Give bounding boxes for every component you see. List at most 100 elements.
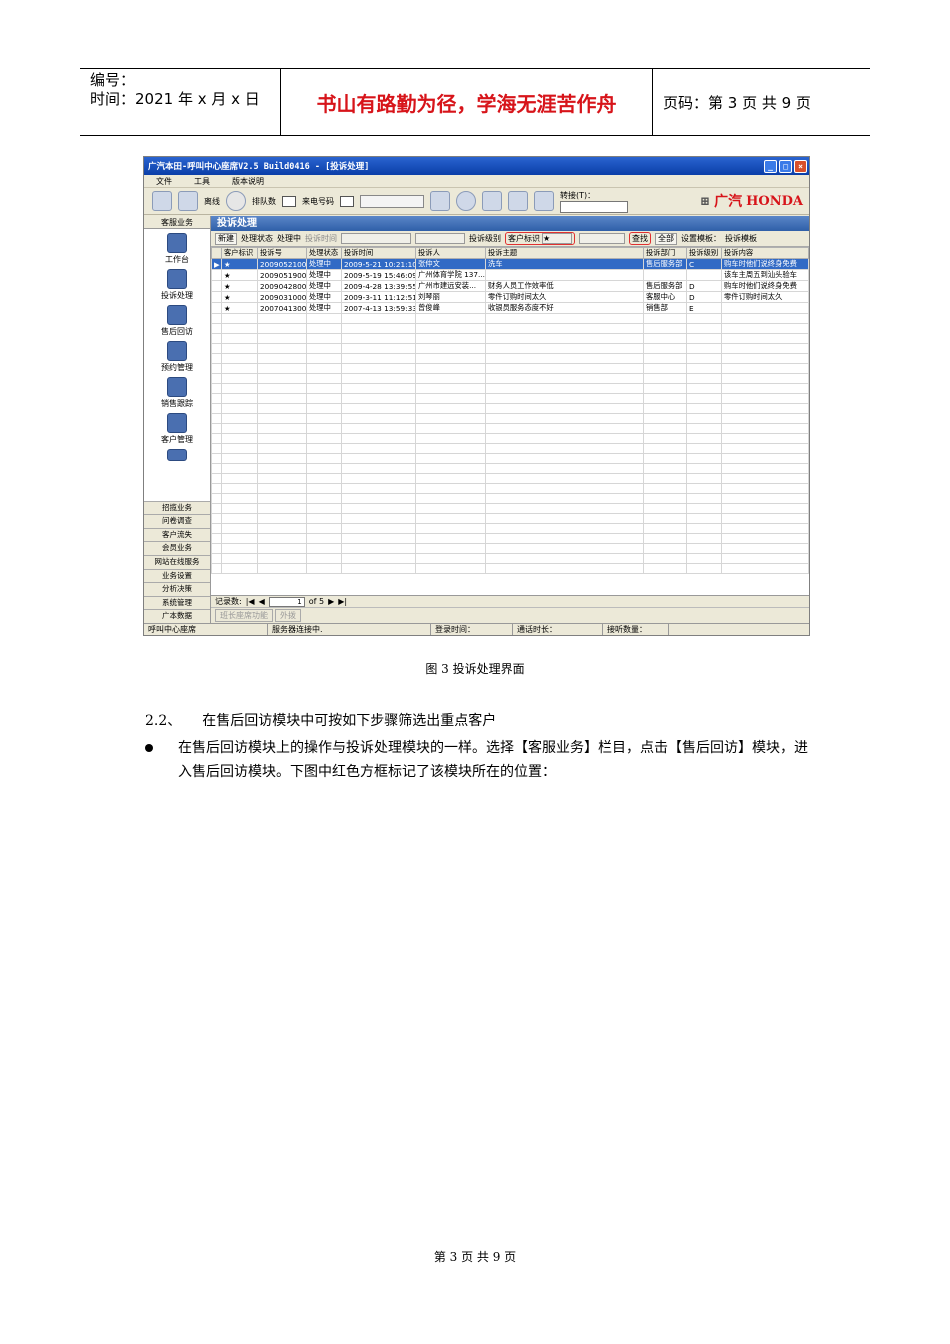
table-row[interactable]: [211, 503, 809, 514]
table-row[interactable]: [211, 383, 809, 394]
row-pointer: [211, 343, 222, 354]
back-arrow-icon[interactable]: [534, 191, 554, 211]
page-input[interactable]: 1: [268, 596, 305, 607]
agent-icon[interactable]: [178, 191, 198, 211]
caller-field[interactable]: [360, 194, 424, 208]
table-row[interactable]: [211, 523, 809, 534]
col-mark[interactable]: 客户标识: [221, 247, 258, 259]
table-row[interactable]: [211, 313, 809, 324]
nav-churn[interactable]: 客户流失: [144, 527, 210, 542]
table-row[interactable]: [211, 563, 809, 574]
table-cell: [643, 373, 687, 384]
sidebar-item-sales[interactable]: 销售跟踪: [161, 377, 193, 409]
table-row[interactable]: [211, 353, 809, 364]
search-input[interactable]: [579, 233, 625, 244]
table-row[interactable]: [211, 373, 809, 384]
table-row[interactable]: [211, 403, 809, 414]
table-row[interactable]: [211, 323, 809, 334]
table-cell: [221, 443, 258, 454]
nav-solicit[interactable]: 招揽业务: [144, 500, 210, 515]
table-row[interactable]: [211, 453, 809, 464]
minimize-icon[interactable]: _: [764, 159, 777, 173]
sidebar-item-customer[interactable]: 客户管理: [161, 413, 193, 445]
table-row[interactable]: ★ 20090310001 处理中 2009-3-11 11:12:51 刘琴丽 零件订购…: [211, 291, 809, 303]
nav-survey[interactable]: 问卷调查: [144, 514, 210, 528]
prev-page-icon[interactable]: ◀: [259, 597, 265, 606]
sidebar-head[interactable]: 客服业务: [144, 216, 210, 229]
menu-file[interactable]: 文件: [156, 176, 172, 187]
speaker-icon[interactable]: [456, 191, 476, 211]
sidebar-item-complaint[interactable]: 投诉处理: [161, 269, 193, 301]
table-cell: [221, 503, 258, 514]
nav-system[interactable]: 系统管理: [144, 595, 210, 610]
col-status[interactable]: 处理状态: [306, 247, 342, 259]
col-dept[interactable]: 投诉部门: [643, 247, 687, 259]
menu-tools[interactable]: 工具: [194, 176, 210, 187]
table-row[interactable]: ★ 20090428001 处理中 2009-4-28 13:39:55 广州市建远安装…: [211, 280, 809, 292]
table-row[interactable]: [211, 553, 809, 564]
nav-analysis[interactable]: 分析决策: [144, 582, 210, 596]
search-button[interactable]: 查找: [632, 233, 648, 244]
table-cell: [257, 313, 307, 324]
table-row[interactable]: ▶ ★ 20090521001 处理中 2009-5-21 10:21:10 张仲文 洗车售…: [211, 258, 809, 270]
app-title: 广汽本田-呼叫中心座席V2.5 Build0416 - [投诉处理]: [148, 162, 370, 172]
hold-icon[interactable]: [508, 191, 528, 211]
hangup-icon[interactable]: [482, 191, 502, 211]
nav-settings[interactable]: 业务设置: [144, 568, 210, 583]
table-row[interactable]: ★ 20070413001 处理中 2007-4-13 13:59:33 曾俊峰 收银员服…: [211, 302, 809, 314]
sidebar-more[interactable]: [167, 449, 187, 461]
table-row[interactable]: [211, 413, 809, 424]
next-page-icon[interactable]: ▶: [328, 597, 334, 606]
table-row[interactable]: [211, 513, 809, 524]
transfer-select[interactable]: [560, 200, 628, 213]
table-row[interactable]: [211, 393, 809, 404]
table-row[interactable]: [211, 443, 809, 454]
table-row[interactable]: [211, 473, 809, 484]
login-icon[interactable]: [152, 191, 172, 211]
col-subject[interactable]: 投诉主题: [485, 247, 644, 259]
all-button[interactable]: 全部: [655, 232, 677, 245]
phone-icon[interactable]: [430, 191, 450, 211]
table-row[interactable]: [211, 483, 809, 494]
nav-data[interactable]: 广本数据: [144, 609, 210, 623]
col-content[interactable]: 投诉内容: [721, 247, 809, 259]
col-level[interactable]: 投诉级别: [686, 247, 722, 259]
table-row[interactable]: [211, 493, 809, 504]
outbound-button[interactable]: 外拨: [275, 609, 301, 622]
col-person[interactable]: 投诉人: [415, 247, 486, 259]
table-row[interactable]: [211, 343, 809, 354]
monitor-button[interactable]: 班长座席功能: [215, 609, 273, 622]
sidebar-item-booking[interactable]: 预约管理: [161, 341, 193, 373]
menu-version[interactable]: 版本说明: [232, 176, 264, 187]
table-row[interactable]: [211, 433, 809, 444]
face-icon[interactable]: [226, 191, 246, 211]
customer-mark-select[interactable]: ★: [542, 233, 572, 244]
table-row[interactable]: [211, 423, 809, 434]
first-page-icon[interactable]: |◀: [246, 597, 255, 606]
time-label[interactable]: 投诉时间: [305, 233, 337, 244]
status-select[interactable]: 处理中: [277, 233, 301, 244]
nav-member[interactable]: 会员业务: [144, 541, 210, 556]
table-row[interactable]: [211, 463, 809, 474]
maximize-icon[interactable]: □: [779, 159, 792, 173]
template-select[interactable]: 投诉模板: [725, 233, 757, 244]
sidebar-item-after-sales[interactable]: 售后回访: [161, 305, 193, 337]
nav-online[interactable]: 网站在线服务: [144, 555, 210, 569]
new-button[interactable]: 新建: [215, 232, 237, 245]
table-row[interactable]: [211, 333, 809, 344]
brand-honda: HONDA: [746, 193, 803, 209]
table-row[interactable]: [211, 363, 809, 374]
table-cell: [721, 513, 809, 524]
sidebar-item-workbench[interactable]: 工作台: [165, 233, 189, 265]
close-icon[interactable]: ×: [794, 159, 807, 173]
table-row[interactable]: ★ 20090519001 处理中 2009-5-19 15:46:09 广州体育学院 …: [211, 269, 809, 281]
table-row[interactable]: [211, 543, 809, 554]
time-select[interactable]: [341, 233, 411, 244]
table-row[interactable]: [211, 533, 809, 544]
col-number[interactable]: 投诉号: [257, 247, 307, 259]
table-cell: [721, 523, 809, 534]
col-time[interactable]: 投诉时间: [341, 247, 416, 259]
last-page-icon[interactable]: ▶|: [338, 597, 347, 606]
table-cell: [306, 563, 342, 574]
time-select-2[interactable]: [415, 233, 465, 244]
